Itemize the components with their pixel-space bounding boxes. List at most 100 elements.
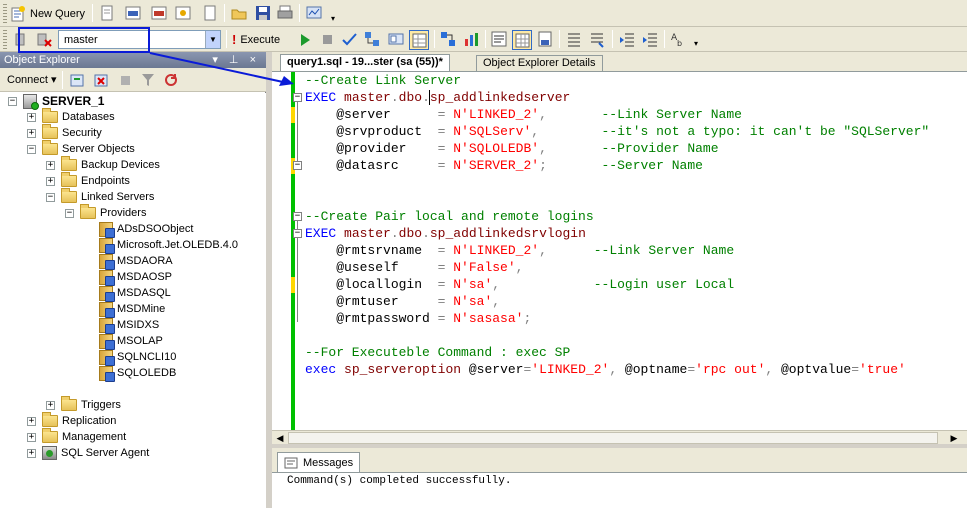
increase-indent-icon[interactable]: [642, 31, 659, 48]
results-grid-selected-icon[interactable]: [512, 30, 532, 50]
display-plan-icon[interactable]: [364, 31, 381, 48]
collapse-icon[interactable]: −: [46, 192, 55, 202]
provider-icon: [99, 301, 115, 318]
toolbar-overflow-chevron-icon[interactable]: ▾: [329, 13, 337, 23]
client-statistics-icon[interactable]: [463, 31, 480, 48]
scroll-left-arrow-icon[interactable]: ◀: [274, 432, 286, 444]
tree-node-management[interactable]: + Management: [27, 428, 127, 445]
expand-icon[interactable]: +: [27, 416, 36, 426]
expand-icon[interactable]: +: [46, 400, 55, 410]
tab-query1[interactable]: query1.sql - 19...ster (sa (55))*: [280, 54, 450, 71]
include-plan-icon[interactable]: [440, 31, 457, 48]
expand-icon[interactable]: +: [27, 112, 36, 122]
tree-node-sql-server-agent[interactable]: + SQL Server Agent: [27, 445, 149, 461]
tree-node-provider[interactable]: ADsDSOObject: [99, 221, 194, 238]
new-query-icon: [11, 5, 25, 21]
chevron-down-icon[interactable]: ▼: [205, 31, 220, 48]
tab-messages[interactable]: Messages: [277, 452, 361, 472]
collapse-icon[interactable]: −: [27, 144, 36, 154]
results-to-text-icon[interactable]: [491, 31, 508, 48]
connect-object-explorer-icon[interactable]: [69, 72, 86, 89]
uncomment-lines-icon[interactable]: [589, 31, 606, 48]
execute-button[interactable]: ! Execute: [232, 30, 280, 49]
tree-node-server[interactable]: − SERVER_1: [8, 93, 104, 110]
open-file-icon[interactable]: [231, 5, 248, 22]
tree-node-label: Management: [62, 431, 127, 443]
analysis-query-icon[interactable]: [151, 5, 168, 22]
toolbar-separator: [62, 71, 63, 89]
print-icon[interactable]: [277, 5, 294, 22]
specify-template-values-icon[interactable]: Ab: [670, 31, 687, 48]
tree-node-security[interactable]: + Security: [27, 124, 102, 141]
tree-node-provider[interactable]: MSDAOSP: [99, 269, 172, 286]
database-engine-query-icon[interactable]: [125, 5, 142, 22]
collapse-region-icon[interactable]: −: [293, 212, 302, 221]
tree-node-triggers[interactable]: + Triggers: [46, 396, 121, 413]
collapse-region-icon[interactable]: −: [293, 93, 302, 102]
tree-node-provider[interactable]: SQLOLEDB: [99, 365, 176, 382]
tree-node-label: Providers: [100, 207, 147, 219]
tree-node-provider[interactable]: MSIDXS: [99, 317, 159, 334]
query-designer-icon[interactable]: [388, 31, 405, 48]
toolbar-overflow-chevron-icon[interactable]: ▾: [692, 38, 700, 48]
collapse-region-icon[interactable]: −: [293, 161, 302, 170]
sql-code-editor[interactable]: − − − − --Create Link Server EXEC master…: [272, 71, 967, 431]
tree-node-provider[interactable]: MSOLAP: [99, 333, 163, 350]
code-string: N'sa': [453, 294, 493, 309]
scroll-right-arrow-icon[interactable]: ▶: [948, 432, 960, 444]
tree-node-provider[interactable]: Microsoft.Jet.OLEDB.4.0: [99, 237, 238, 254]
tree-node-providers[interactable]: − Providers: [65, 204, 147, 221]
expand-icon[interactable]: +: [46, 160, 55, 170]
tree-node-label: Endpoints: [81, 175, 130, 187]
refresh-icon[interactable]: [163, 72, 180, 89]
tab-object-explorer-details[interactable]: Object Explorer Details: [476, 55, 603, 71]
debug-play-icon[interactable]: [297, 31, 314, 48]
expand-icon[interactable]: +: [27, 128, 36, 138]
tree-node-provider[interactable]: SQLNCLI10: [99, 349, 176, 366]
tree-node-provider[interactable]: MSDAORA: [99, 253, 173, 270]
disconnect-object-explorer-icon[interactable]: [93, 72, 110, 89]
code-punct: ,: [515, 260, 524, 275]
tree-node-replication[interactable]: + Replication: [27, 412, 116, 429]
editor-horizontal-scrollbar[interactable]: ◀ ▶: [272, 430, 967, 444]
expand-icon[interactable]: +: [46, 176, 55, 186]
tree-node-provider[interactable]: MSDASQL: [99, 285, 171, 302]
tree-node-label: ADsDSOObject: [117, 223, 194, 235]
open-query-icon[interactable]: [99, 5, 116, 22]
tree-node-server-objects[interactable]: − Server Objects: [27, 140, 135, 157]
parse-checkmark-icon[interactable]: [341, 31, 358, 48]
collapse-region-icon[interactable]: −: [293, 229, 302, 238]
panel-pin-close-icon[interactable]: ▾ ⊥ ×: [212, 52, 260, 68]
results-to-file-icon[interactable]: [537, 31, 554, 48]
new-query-label: New Query: [30, 7, 86, 20]
code-punct: ,: [765, 362, 781, 377]
activity-monitor-icon[interactable]: [306, 5, 323, 22]
tree-node-backup-devices[interactable]: + Backup Devices: [46, 156, 160, 173]
code-param: @rmtuser: [336, 294, 399, 309]
new-query-button[interactable]: New Query: [10, 3, 85, 24]
toolbar-grip[interactable]: [3, 4, 7, 23]
comment-lines-icon[interactable]: [566, 31, 583, 48]
new-file-icon[interactable]: [202, 5, 219, 22]
cancel-query-icon[interactable]: [319, 31, 336, 48]
expand-icon[interactable]: +: [27, 448, 36, 458]
tree-node-provider[interactable]: MSDMine: [99, 301, 165, 318]
expand-icon[interactable]: +: [27, 432, 36, 442]
collapse-icon[interactable]: −: [65, 208, 74, 218]
tree-node-endpoints[interactable]: + Endpoints: [46, 172, 130, 189]
stop-icon[interactable]: [117, 72, 134, 89]
tree-node-label: MSDASQL: [117, 287, 171, 299]
connect-dropdown-button[interactable]: Connect ▾: [7, 73, 57, 86]
save-icon[interactable]: [255, 5, 272, 22]
dmx-query-icon[interactable]: [175, 5, 192, 22]
filter-icon[interactable]: [140, 72, 157, 89]
code-comment: --Link Server Name: [593, 243, 735, 258]
svg-text:b: b: [677, 39, 682, 48]
collapse-icon[interactable]: −: [8, 96, 17, 106]
decrease-indent-icon[interactable]: [619, 31, 636, 48]
tree-node-databases[interactable]: + Databases: [27, 108, 115, 125]
results-to-grid-icon[interactable]: [409, 30, 429, 50]
tree-node-linked-servers[interactable]: − Linked Servers: [46, 188, 154, 205]
scroll-thumb[interactable]: [288, 432, 938, 444]
toolbar-grip[interactable]: [3, 30, 7, 49]
